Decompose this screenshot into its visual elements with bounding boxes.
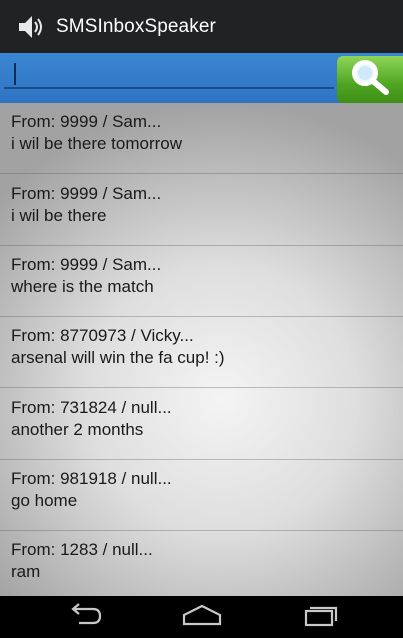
list-item[interactable]: From: 9999 / Sam... i wil be there	[0, 175, 403, 246]
list-item[interactable]: From: 9999 / Sam... where is the match	[0, 246, 403, 317]
list-item[interactable]: From: 9999 / Sam... i wil be there tomor…	[0, 103, 403, 174]
message-sender: From: 8770973 / Vicky...	[11, 326, 194, 345]
message-sender: From: 9999 / Sam...	[11, 112, 162, 131]
search-icon	[348, 57, 392, 102]
list-item[interactable]: From: 981918 / null... go home	[0, 460, 403, 531]
back-button[interactable]	[55, 602, 115, 632]
search-bar	[0, 53, 403, 103]
speaker-icon	[14, 10, 48, 44]
text-cursor	[14, 63, 16, 85]
search-field-container	[4, 59, 334, 89]
recents-button[interactable]	[290, 602, 350, 632]
message-sender: From: 981918 / null...	[11, 469, 172, 488]
message-sender: From: 731824 / null...	[11, 398, 172, 417]
app-title: SMSInboxSpeaker	[56, 15, 216, 37]
message-sender: From: 9999 / Sam...	[11, 255, 162, 274]
message-text: where is the match	[11, 277, 154, 296]
navigation-bar	[0, 596, 403, 638]
recents-icon	[300, 603, 340, 632]
action-bar: SMSInboxSpeaker	[0, 0, 403, 53]
message-sender: From: 1283 / null...	[11, 540, 153, 559]
message-text: arsenal will win the fa cup! :)	[11, 348, 225, 367]
home-icon	[181, 603, 223, 632]
home-button[interactable]	[172, 602, 232, 632]
back-icon	[65, 602, 105, 632]
search-button[interactable]	[337, 56, 403, 103]
message-text: i wil be there	[11, 206, 107, 225]
list-item[interactable]: From: 731824 / null... another 2 months	[0, 389, 403, 460]
message-text: i wil be there tomorrow	[11, 134, 183, 153]
search-input[interactable]	[4, 59, 334, 87]
message-text: ram	[11, 562, 41, 581]
message-text: go home	[11, 491, 78, 510]
message-text: another 2 months	[11, 420, 144, 439]
list-item[interactable]: From: 1283 / null... ram	[0, 531, 403, 596]
message-sender: From: 9999 / Sam...	[11, 184, 162, 203]
list-item[interactable]: From: 8770973 / Vicky... arsenal will wi…	[0, 317, 403, 388]
message-list: From: 9999 / Sam... i wil be there tomor…	[0, 103, 403, 596]
